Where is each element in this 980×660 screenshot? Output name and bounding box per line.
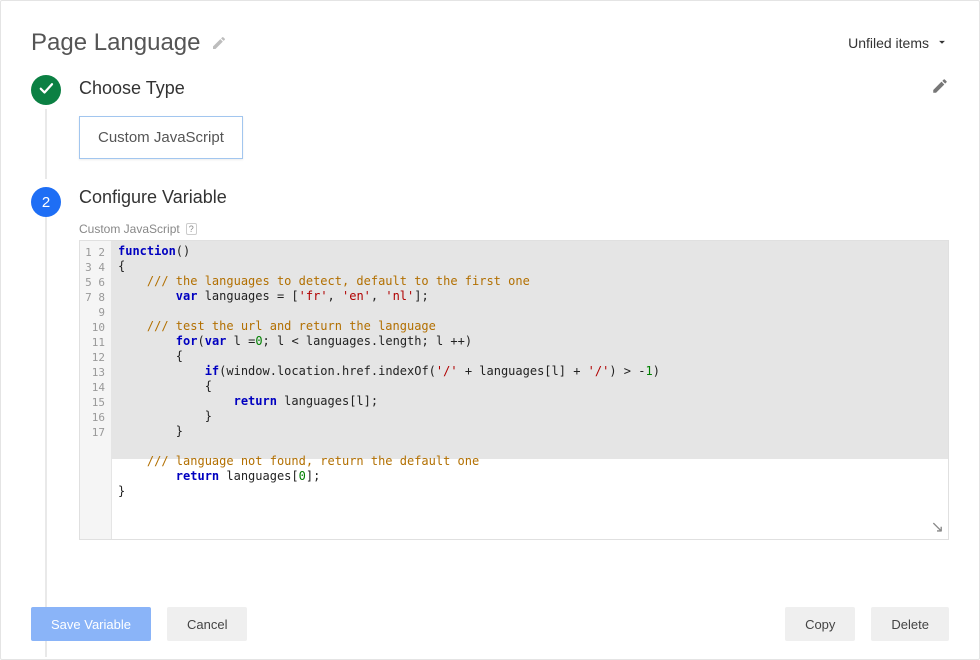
steps-container: Choose Type Custom JavaScript 2 Configur…	[31, 77, 949, 540]
folder-label: Unfiled items	[848, 35, 929, 51]
step2-title: Configure Variable	[79, 187, 227, 208]
line-number-gutter: 1 2 3 4 5 6 7 8 9 10 11 12 13 14 15 16 1…	[80, 241, 112, 539]
help-icon[interactable]: ?	[186, 223, 197, 235]
edit-step-icon[interactable]	[931, 77, 949, 100]
save-variable-button[interactable]: Save Variable	[31, 607, 151, 641]
rename-icon[interactable]	[211, 35, 227, 51]
step-configure-variable: 2 Configure Variable Custom JavaScript ?…	[31, 187, 949, 540]
folder-dropdown[interactable]: Unfiled items	[848, 35, 949, 52]
step1-title: Choose Type	[79, 78, 185, 99]
step2-header: Configure Variable	[79, 187, 949, 208]
code-content[interactable]: function() { /// the languages to detect…	[112, 241, 948, 502]
title-wrap: Page Language	[31, 29, 227, 57]
variable-type-chip[interactable]: Custom JavaScript	[79, 116, 243, 159]
code-area[interactable]: function() { /// the languages to detect…	[112, 241, 948, 539]
header-row: Page Language Unfiled items	[31, 29, 949, 57]
delete-button[interactable]: Delete	[871, 607, 949, 641]
page-title: Page Language	[31, 29, 201, 57]
step1-header: Choose Type	[79, 77, 949, 100]
copy-button[interactable]: Copy	[785, 607, 855, 641]
footer-right: Copy Delete	[785, 607, 949, 641]
step-number-badge: 2	[31, 187, 61, 217]
cancel-button[interactable]: Cancel	[167, 607, 247, 641]
footer-actions: Save Variable Cancel Copy Delete	[31, 607, 949, 641]
step-choose-type: Choose Type Custom JavaScript	[31, 77, 949, 159]
chevron-down-icon	[935, 35, 949, 52]
code-field-label: Custom JavaScript	[79, 222, 180, 236]
resize-handle-icon[interactable]: ↘	[931, 517, 944, 537]
check-icon	[37, 79, 55, 101]
code-editor[interactable]: 1 2 3 4 5 6 7 8 9 10 11 12 13 14 15 16 1…	[79, 240, 949, 540]
footer-left: Save Variable Cancel	[31, 607, 247, 641]
code-field-label-row: Custom JavaScript ?	[79, 222, 949, 236]
variable-editor-panel: Page Language Unfiled items Choose Type	[0, 0, 980, 660]
step-complete-badge	[31, 75, 61, 105]
